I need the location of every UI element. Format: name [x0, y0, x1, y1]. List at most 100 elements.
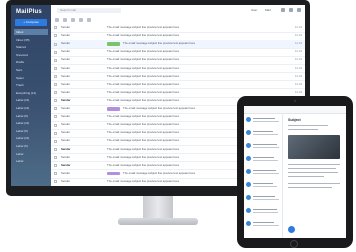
row-date: 12:34 [295, 41, 302, 46]
delete-icon[interactable] [79, 18, 83, 22]
app-label[interactable]: Mail [265, 8, 271, 12]
row-subject: The email message subject line preview t… [107, 57, 180, 62]
row-checkbox[interactable] [54, 34, 57, 38]
row-checkbox[interactable] [54, 180, 57, 184]
row-checkbox[interactable] [54, 58, 57, 62]
row-date: 12:34 [295, 81, 302, 86]
sidebar-folder-item[interactable]: Label (11) [14, 97, 48, 103]
sidebar-folder-item[interactable]: Label (11) [14, 120, 48, 126]
tablet-home-button[interactable] [290, 240, 298, 248]
settings-icon[interactable] [281, 8, 285, 12]
row-sender: Sender [61, 130, 71, 135]
row-subject: The email message subject line preview t… [107, 73, 180, 78]
list-item[interactable] [246, 219, 281, 230]
list-item[interactable] [246, 115, 281, 126]
sidebar-folder-item[interactable]: Snoozed [14, 52, 48, 58]
notification-icon[interactable] [289, 8, 293, 12]
row-checkbox[interactable] [54, 91, 57, 95]
row-sender: Sender [61, 41, 71, 46]
message-heading: Subject [288, 118, 301, 122]
row-sender: Sender [61, 138, 71, 143]
refresh-icon[interactable] [63, 18, 67, 22]
app-logo: MailPlus [16, 9, 42, 15]
row-sender: Sender [61, 33, 71, 38]
row-date: 12:34 [295, 57, 302, 62]
list-item[interactable] [246, 167, 281, 178]
message-line [288, 183, 340, 185]
tablet-camera [294, 100, 296, 102]
row-sender: Sender [61, 73, 71, 78]
tablet-mail-list [244, 113, 283, 238]
row-date: 12:34 [295, 73, 302, 78]
row-checkbox[interactable] [54, 83, 57, 87]
row-sender: Sender [61, 81, 71, 86]
row-label-badge [107, 107, 120, 111]
row-sender: Sender [61, 65, 71, 70]
row-checkbox[interactable] [54, 66, 57, 70]
select-all-checkbox[interactable] [55, 18, 59, 22]
row-subject: The email message subject line preview t… [107, 33, 180, 38]
row-date: 12:34 [295, 33, 302, 38]
list-item[interactable] [246, 128, 281, 139]
tablet-device: Subject [237, 96, 353, 248]
sidebar-folder-item[interactable]: Label [14, 151, 48, 157]
row-checkbox[interactable] [54, 50, 57, 54]
list-item[interactable] [246, 141, 281, 152]
row-sender: Sender [61, 122, 71, 127]
sidebar-folder-item[interactable]: Everything (11) [14, 90, 48, 96]
row-subject: The email message subject line preview t… [107, 25, 180, 29]
tablet-reading-pane: Subject [283, 113, 346, 238]
row-sender: Sender [61, 162, 71, 167]
row-sender: Sender [61, 89, 71, 94]
row-checkbox[interactable] [54, 42, 57, 46]
message-line [288, 176, 324, 178]
search-input[interactable]: Search mail [57, 8, 121, 13]
row-checkbox[interactable] [54, 172, 57, 176]
row-label-badge [107, 172, 120, 176]
message-line [288, 164, 340, 166]
row-subject: The email message subject line preview t… [107, 65, 180, 70]
row-checkbox[interactable] [54, 99, 57, 103]
message-line [288, 187, 332, 189]
row-date: 12:34 [295, 25, 302, 29]
archive-icon[interactable] [71, 18, 75, 22]
row-checkbox[interactable] [54, 147, 57, 151]
message-image [288, 135, 340, 159]
list-item[interactable] [246, 193, 281, 204]
list-item[interactable] [246, 180, 281, 191]
row-checkbox[interactable] [54, 155, 57, 159]
more-icon[interactable] [87, 18, 91, 22]
row-date: 12:34 [295, 65, 302, 70]
sidebar-folder-item[interactable]: Spam [14, 75, 48, 81]
sidebar-folder-item[interactable]: Label (5) [14, 143, 48, 149]
row-checkbox[interactable] [54, 131, 57, 135]
row-subject: The email message subject line preview t… [107, 81, 180, 86]
compose-fab-button[interactable] [288, 226, 295, 233]
sidebar-folder-item[interactable]: Sent [14, 67, 48, 73]
sidebar-folder-item[interactable]: Label (11) [14, 105, 48, 111]
list-item[interactable] [246, 206, 281, 217]
row-checkbox[interactable] [54, 115, 57, 119]
user-label[interactable]: User [251, 8, 257, 12]
sidebar-folder-item[interactable]: Label (5) [14, 128, 48, 134]
sidebar-folder-item[interactable]: Starred [14, 44, 48, 50]
menu-icon[interactable] [297, 8, 301, 12]
row-checkbox[interactable] [54, 139, 57, 143]
sidebar-folder-item[interactable]: Trash [14, 82, 48, 88]
row-checkbox[interactable] [54, 123, 57, 127]
row-checkbox[interactable] [54, 164, 57, 168]
row-date: 12:34 [295, 49, 302, 54]
sidebar-folder-item[interactable]: Inbox (35) [14, 37, 48, 43]
row-sender: Sender [61, 178, 71, 183]
sidebar-folder-item[interactable]: Inbox [14, 29, 48, 35]
sidebar-folder-item[interactable]: Label (5) [14, 113, 48, 119]
message-line [288, 172, 338, 174]
row-checkbox[interactable] [54, 107, 57, 111]
row-checkbox[interactable] [54, 26, 57, 30]
row-checkbox[interactable] [54, 74, 57, 78]
compose-button[interactable]: + Compose [15, 19, 47, 26]
sidebar-folder-item[interactable]: Drafts [14, 59, 48, 65]
sidebar-folder-item[interactable]: Label (11) [14, 135, 48, 141]
list-item[interactable] [246, 154, 281, 165]
sidebar-folder-item[interactable]: Label [14, 158, 48, 164]
